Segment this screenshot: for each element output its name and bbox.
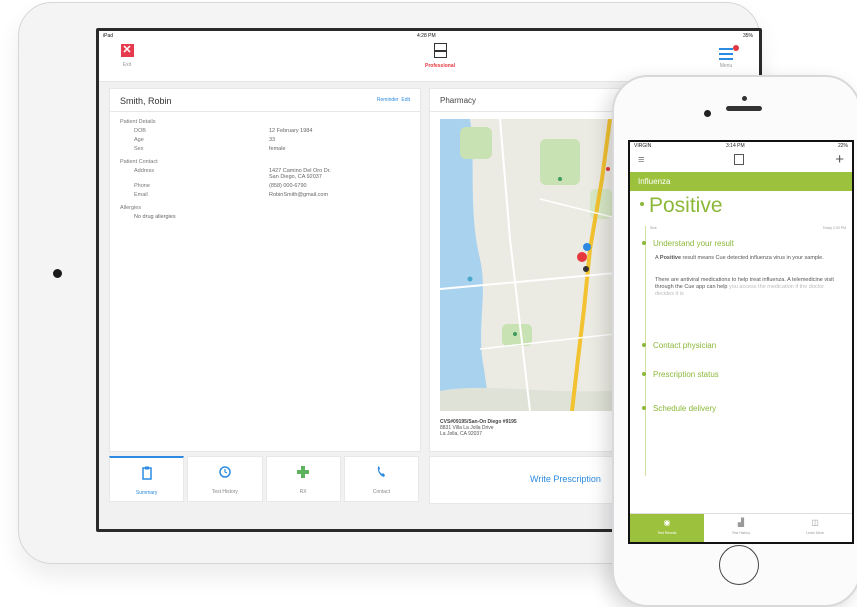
menu-button[interactable]: Menu <box>711 45 741 69</box>
book-icon: ◫ <box>811 518 819 527</box>
email-row: Email RobinSmith@gmail.com <box>134 192 329 198</box>
timeline-line <box>645 226 646 476</box>
phone-icon <box>345 465 418 479</box>
result-label: Sick <box>650 226 657 230</box>
camera-dot <box>742 96 747 101</box>
dob-row: DOB 12 February 1984 <box>134 128 313 134</box>
target-icon: ◉ <box>663 518 671 527</box>
close-icon: ✕ <box>120 44 134 57</box>
phone-row: Phone (858) 000-6790 <box>134 183 307 189</box>
menu-label: Menu <box>719 63 733 69</box>
tab-rx[interactable]: RX <box>265 456 341 502</box>
cue-reader-icon <box>433 43 447 58</box>
antiviral-text: There are antiviral medications to help … <box>655 277 834 297</box>
battery: 35% <box>742 33 753 39</box>
tab-test-results[interactable]: ◉ Test Results <box>630 514 704 542</box>
age-row: Age 33 <box>134 137 276 143</box>
iphone-device: VIRGIN 3:14 PM 22% ≡ + Influenza Positiv… <box>612 75 857 607</box>
mode-label: Professional <box>424 63 455 69</box>
patient-name: Smith, Robin <box>120 96 172 106</box>
address-row: Address 1427 Camino Del Oro Dr. San Diego… <box>134 168 331 180</box>
allergies-row: No drug allergies <box>134 214 176 220</box>
tab-contact[interactable]: Contact <box>343 456 419 502</box>
pharmacy-info: CVS#09195/San-On Diego #9195 8831 Villa … <box>440 419 517 437</box>
notification-badge <box>733 45 739 51</box>
understand-text: A Positive result means Cue detected inf… <box>655 255 824 261</box>
understand-result-heading[interactable]: Understand your result <box>642 239 734 248</box>
edit-link[interactable]: Edit <box>401 97 410 103</box>
result-time: Today 2:30 PM <box>822 226 846 230</box>
patient-details-heading: Patient Details <box>120 119 156 125</box>
professional-mode[interactable]: Professional <box>405 43 475 69</box>
iphone-nav-bar: ≡ + <box>630 150 852 173</box>
influenza-header: Influenza <box>630 173 852 191</box>
influenza-title: Influenza <box>638 177 671 186</box>
tab-test-history[interactable]: ▟ Test History <box>704 514 778 542</box>
chart-icon: ▟ <box>737 518 745 527</box>
hamburger-icon[interactable]: ≡ <box>638 154 644 166</box>
iphone-status-bar: VIRGIN 3:14 PM 22% <box>634 143 848 149</box>
carrier: iPad <box>103 33 114 39</box>
iphone-screen: VIRGIN 3:14 PM 22% ≡ + Influenza Positiv… <box>628 140 854 544</box>
prescription-status-heading[interactable]: Prescription status <box>642 370 719 379</box>
iphone-home-button[interactable] <box>719 545 759 585</box>
tab-bar: Summary Test History RX Contact <box>109 456 419 502</box>
write-prescription-label: Write Prescription <box>530 474 601 484</box>
reminder-link[interactable]: Reminder <box>377 97 399 103</box>
ipad-home-button[interactable] <box>53 269 62 278</box>
front-camera <box>704 110 711 117</box>
patient-contact-heading: Patient Contact <box>120 159 158 165</box>
tab-summary[interactable]: Summary <box>109 456 185 502</box>
iphone-tab-bar: ◉ Test Results ▟ Test History ◫ Learn More <box>630 513 852 542</box>
exit-label: Exit <box>122 62 132 68</box>
ipad-status-bar: iPad 4:28 PM 35% <box>99 31 759 41</box>
add-icon[interactable]: + <box>835 151 844 168</box>
schedule-delivery-heading[interactable]: Schedule delivery <box>642 404 716 413</box>
clipboard-icon <box>110 466 183 480</box>
result-positive: Positive <box>640 194 723 218</box>
plus-icon <box>267 465 340 479</box>
pharmacy-address-line2: La Jolla, CA 92037 <box>440 431 482 437</box>
patient-panel: Smith, Robin Reminder Edit Patient Detai… <box>109 88 421 452</box>
tab-learn-more[interactable]: ◫ Learn More <box>778 514 852 542</box>
clock-icon <box>188 465 261 479</box>
sex-row: Sex female <box>134 146 286 152</box>
exit-button[interactable]: ✕ Exit <box>113 44 141 68</box>
allergies-heading: Allergies <box>120 205 142 211</box>
speaker-grille <box>726 106 762 111</box>
cue-reader-icon[interactable] <box>734 154 744 165</box>
contact-physician-heading[interactable]: Contact physician <box>642 341 716 350</box>
clock: 4:28 PM <box>417 33 436 39</box>
tab-test-history[interactable]: Test History <box>187 456 263 502</box>
hamburger-icon <box>719 45 739 60</box>
